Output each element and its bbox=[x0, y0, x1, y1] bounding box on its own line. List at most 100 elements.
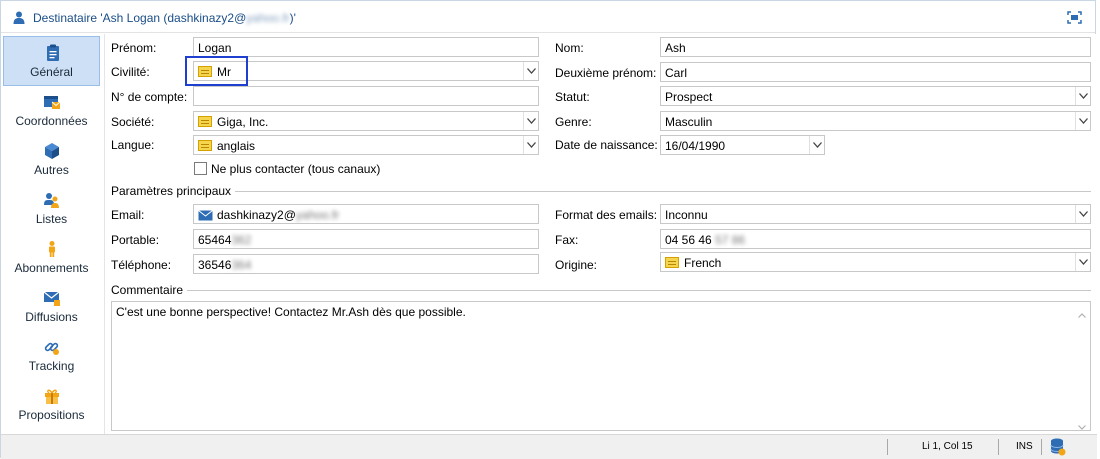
sidebar: Général Coordonnées Autres Listes Abonne… bbox=[3, 34, 100, 434]
table-icon bbox=[198, 116, 212, 127]
nom-value: Ash bbox=[665, 41, 686, 55]
nom-field[interactable]: Ash bbox=[660, 37, 1091, 57]
recipient-window: Destinataire 'Ash Logan (dashkinazy2@ yah… bbox=[0, 0, 1097, 459]
prenom-field[interactable]: Logan bbox=[193, 37, 539, 57]
form-area: Prénom: Logan Civilité: Mr N° de compte:… bbox=[104, 34, 1097, 434]
deuxieme-prenom-label: Deuxième prénom: bbox=[555, 66, 657, 80]
portable-label: Portable: bbox=[111, 233, 160, 247]
section-divider bbox=[111, 191, 1091, 192]
sidebar-item-label: Général bbox=[30, 65, 73, 79]
no-contact-checkbox[interactable] bbox=[194, 162, 207, 175]
chevron-down-icon[interactable] bbox=[523, 136, 538, 154]
deuxieme-prenom-field[interactable]: Carl bbox=[660, 62, 1091, 82]
section-divider bbox=[111, 290, 1091, 291]
email-field[interactable]: dashkinazy2@yahoo.fr bbox=[193, 204, 539, 224]
compte-field[interactable] bbox=[193, 86, 539, 106]
sidebar-item-label: Autres bbox=[34, 163, 69, 177]
origine-value: French bbox=[684, 256, 722, 270]
window-title-suffix: )' bbox=[289, 11, 296, 25]
genre-select[interactable]: Masculin bbox=[660, 111, 1091, 131]
sidebar-item-listes[interactable]: Listes bbox=[3, 184, 100, 234]
telephone-blurred: 364 bbox=[231, 258, 252, 272]
section-title-commentaire: Commentaire bbox=[111, 283, 188, 297]
sidebar-item-propositions[interactable]: Propositions bbox=[3, 380, 100, 430]
origine-label: Origine: bbox=[555, 258, 598, 272]
langue-select[interactable]: anglais bbox=[193, 135, 539, 155]
statut-select[interactable]: Prospect bbox=[660, 86, 1091, 106]
societe-value: Giga, Inc. bbox=[217, 115, 269, 129]
chevron-down-icon[interactable] bbox=[1075, 112, 1090, 130]
scroll-up-icon[interactable] bbox=[1078, 307, 1086, 321]
gift-icon bbox=[43, 387, 61, 405]
civilite-select[interactable]: Mr bbox=[193, 61, 539, 81]
sidebar-item-label: Diffusions bbox=[25, 310, 78, 324]
sidebar-item-abonnements[interactable]: Abonnements bbox=[3, 233, 100, 283]
sidebar-item-general[interactable]: Général bbox=[3, 36, 100, 86]
genre-label: Genre: bbox=[555, 115, 592, 129]
table-icon bbox=[198, 140, 212, 151]
window-title: Destinataire 'Ash Logan (dashkinazy2@yah… bbox=[33, 11, 296, 25]
date-naissance-label: Date de naissance: bbox=[555, 138, 658, 152]
address-card-icon bbox=[43, 93, 61, 111]
telephone-field[interactable]: 36546364 bbox=[193, 254, 539, 274]
langue-value: anglais bbox=[217, 139, 256, 153]
person-icon bbox=[43, 240, 61, 258]
scroll-down-icon[interactable] bbox=[1078, 419, 1086, 433]
comment-text: C'est une bonne perspective! Contactez M… bbox=[116, 305, 466, 319]
telephone-label: Téléphone: bbox=[111, 258, 172, 272]
origine-select[interactable]: French bbox=[660, 252, 1091, 272]
sidebar-item-label: Tracking bbox=[28, 359, 75, 373]
email-label: Email: bbox=[111, 208, 145, 222]
sidebar-item-diffusions[interactable]: Diffusions bbox=[3, 282, 100, 332]
deuxieme-prenom-value: Carl bbox=[665, 66, 688, 80]
portable-value: 65464 bbox=[198, 233, 232, 247]
window-title-prefix: Destinataire 'Ash Logan (dashkinazy2@ bbox=[33, 11, 247, 25]
status-separator bbox=[998, 439, 999, 455]
chevron-down-icon[interactable] bbox=[523, 112, 538, 130]
table-icon bbox=[198, 66, 212, 77]
table-icon bbox=[665, 257, 679, 268]
format-emails-value: Inconnu bbox=[665, 208, 708, 222]
societe-select[interactable]: Giga, Inc. bbox=[193, 111, 539, 131]
sidebar-item-label: Coordonnées bbox=[15, 114, 88, 128]
statut-label: Statut: bbox=[555, 90, 590, 104]
comment-textarea[interactable]: C'est une bonne perspective! Contactez M… bbox=[111, 301, 1091, 431]
sidebar-item-label: Propositions bbox=[18, 408, 85, 422]
format-emails-select[interactable]: Inconnu bbox=[660, 204, 1091, 224]
portable-field[interactable]: 65464362 bbox=[193, 229, 539, 249]
chevron-down-icon[interactable] bbox=[523, 62, 538, 80]
fax-field[interactable]: 04 56 46 57 86 bbox=[660, 229, 1091, 249]
format-emails-label: Format des emails: bbox=[555, 208, 658, 222]
fullscreen-icon[interactable] bbox=[1067, 11, 1082, 27]
telephone-value: 36546 bbox=[198, 258, 232, 272]
comment-scrollbar[interactable] bbox=[1074, 302, 1090, 430]
sidebar-item-coordonnees[interactable]: Coordonnées bbox=[3, 86, 100, 136]
langue-label: Langue: bbox=[111, 138, 155, 152]
chevron-down-icon[interactable] bbox=[809, 136, 824, 154]
email-blurred: yahoo.fr bbox=[295, 208, 340, 222]
sidebar-item-label: Abonnements bbox=[14, 261, 89, 275]
fax-label: Fax: bbox=[555, 233, 579, 247]
link-icon bbox=[43, 338, 61, 356]
genre-value: Masculin bbox=[665, 115, 713, 129]
title-bar: Destinataire 'Ash Logan (dashkinazy2@yah… bbox=[1, 1, 1095, 33]
insert-mode: INS bbox=[1016, 441, 1033, 452]
cube-icon bbox=[43, 142, 61, 160]
fax-blurred: 57 86 bbox=[715, 233, 746, 247]
statut-value: Prospect bbox=[665, 90, 713, 104]
civilite-value: Mr bbox=[217, 65, 231, 79]
status-separator bbox=[887, 439, 888, 455]
sidebar-item-tracking[interactable]: Tracking bbox=[3, 331, 100, 381]
date-naissance-field[interactable]: 16/04/1990 bbox=[660, 135, 825, 155]
status-bar: Li 1, Col 15 INS bbox=[1, 434, 1097, 459]
sidebar-item-autres[interactable]: Autres bbox=[3, 135, 100, 185]
date-naissance-value: 16/04/1990 bbox=[665, 139, 726, 153]
chevron-down-icon[interactable] bbox=[1075, 253, 1090, 271]
database-icon[interactable] bbox=[1050, 438, 1066, 459]
chevron-down-icon[interactable] bbox=[1075, 87, 1090, 105]
chevron-down-icon[interactable] bbox=[1075, 205, 1090, 223]
sidebar-item-label: Listes bbox=[35, 212, 68, 226]
email-value: dashkinazy2@ bbox=[217, 208, 296, 222]
status-separator bbox=[1041, 439, 1042, 455]
portable-blurred: 362 bbox=[231, 233, 252, 247]
